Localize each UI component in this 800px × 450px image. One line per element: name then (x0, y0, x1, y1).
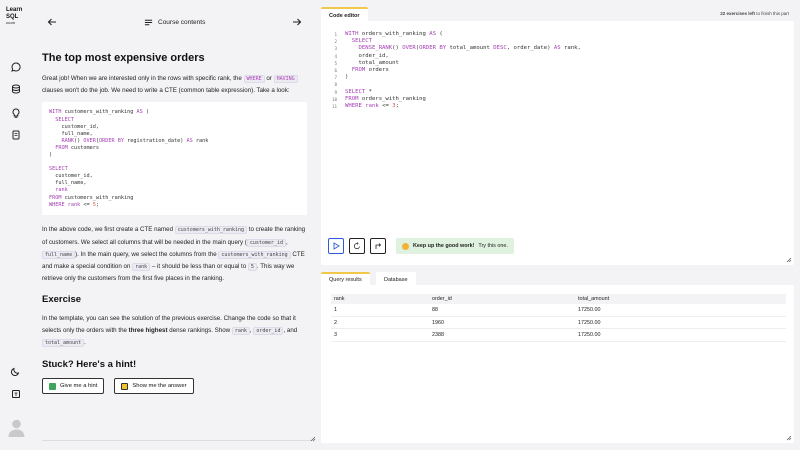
code-input[interactable]: WITH orders_with_ranking AS ( SELECT DEN… (345, 31, 785, 231)
database-icon[interactable] (11, 84, 21, 94)
tab-database[interactable]: Database (376, 272, 416, 285)
hint-buttons: Give me a hint Show me the answer (42, 378, 307, 395)
reset-button[interactable] (349, 238, 365, 254)
inline-code-cte-2: customers_with_ranking (218, 250, 291, 259)
editor-toolbar: Keep up the good work! Try this one. (328, 238, 514, 254)
inline-code-total-amount: total_amount (42, 338, 85, 347)
table-row: 3 2388 17250.00 (331, 328, 786, 342)
hint-icon (49, 382, 56, 390)
lesson-divider (42, 440, 312, 441)
lightbulb-icon[interactable] (11, 108, 21, 118)
table-row: 2 1960 17250.00 (331, 316, 786, 330)
hint-title: Stuck? Here's a hint! (42, 359, 137, 371)
run-button[interactable] (328, 238, 344, 254)
table-row: 1 88 17250.00 (331, 304, 786, 317)
show-answer-button[interactable]: Show me the answer (114, 378, 194, 395)
left-rail: Learn SQL •com (0, 0, 34, 450)
step-icon (375, 243, 382, 249)
course-contents-label: Course contents (158, 18, 206, 26)
course-contents-button[interactable]: Course contents (144, 16, 205, 28)
code-editor: 1 2 3 4 5 6 7 8 9 10 11 WITH orders_with_ranking A… (321, 21, 794, 265)
step-button[interactable] (370, 238, 386, 254)
reset-icon (353, 242, 360, 250)
tab-code-editor[interactable]: Code editor (321, 7, 368, 21)
column-header: total_amount (575, 294, 786, 304)
inline-code-five: 5 (247, 263, 257, 272)
query-results: rank order_id total_amount 1 88 17250.00 2… (321, 285, 794, 443)
answer-icon (121, 382, 129, 390)
moon-icon[interactable] (11, 366, 21, 376)
app: Learn SQL •com Course contents The top m… (0, 0, 800, 450)
exercises-remaining: 22 exercises left to finish this part (720, 11, 789, 16)
lesson-nav: Course contents (34, 0, 319, 42)
inline-code-cte: customers_with_ranking (174, 226, 247, 235)
inline-code-where: WHERE (243, 75, 265, 83)
logo[interactable]: Learn SQL •com (6, 7, 22, 27)
smile-icon (402, 242, 409, 250)
lesson-body: The top most expensive orders Great job!… (42, 52, 307, 395)
inline-code-full-name: full_name (42, 250, 76, 259)
exercise-paragraph: In the template, you can see the solutio… (42, 315, 298, 347)
inline-code-order-id: order_id (253, 326, 284, 335)
inline-code-having: HAVING (273, 75, 298, 83)
resize-icon[interactable] (786, 435, 792, 441)
lesson-paragraph-intro: Great job! When we are interested only i… (42, 73, 307, 96)
give-hint-button[interactable]: Give me a hint (42, 378, 105, 395)
chat-icon[interactable] (11, 62, 21, 72)
user-avatar-icon[interactable] (8, 418, 25, 437)
line-numbers: 1 2 3 4 5 6 7 8 9 10 11 (331, 32, 337, 109)
resize-icon[interactable] (786, 257, 792, 263)
resize-icon[interactable] (310, 436, 316, 442)
lesson-panel: Course contents The top most expensive o… (34, 0, 319, 450)
inline-code-rank-2: rank (231, 326, 250, 335)
feedback-toast: Keep up the good work! Try this one. (396, 238, 514, 254)
arrow-left-icon[interactable] (46, 16, 58, 28)
inline-code-customer-id: customer_id (246, 238, 286, 247)
notebook-icon[interactable] (11, 130, 21, 140)
lesson-paragraph-explanation: In the above code, we first create a CTE… (42, 226, 306, 283)
code-example: WITH customers_with_ranking AS ( SELECT … (42, 102, 307, 216)
inline-code-rank: rank (132, 263, 151, 272)
tab-query-results[interactable]: Query results (321, 272, 370, 285)
column-header: rank (331, 294, 429, 304)
lesson-title: The top most expensive orders (42, 52, 205, 64)
column-header: order_id (429, 294, 575, 304)
list-icon (144, 19, 153, 25)
exercise-title: Exercise (42, 294, 82, 306)
editor-tabbar: Code editor 22 exercises left to finish … (321, 7, 791, 21)
arrow-right-icon[interactable] (291, 16, 303, 28)
results-table: rank order_id total_amount 1 88 17250.00 2… (331, 294, 786, 342)
play-icon (333, 242, 340, 250)
table-header-row: rank order_id total_amount (331, 294, 786, 304)
shortcut-icon[interactable] (11, 389, 21, 399)
results-tabbar: Query results Database (321, 272, 794, 285)
